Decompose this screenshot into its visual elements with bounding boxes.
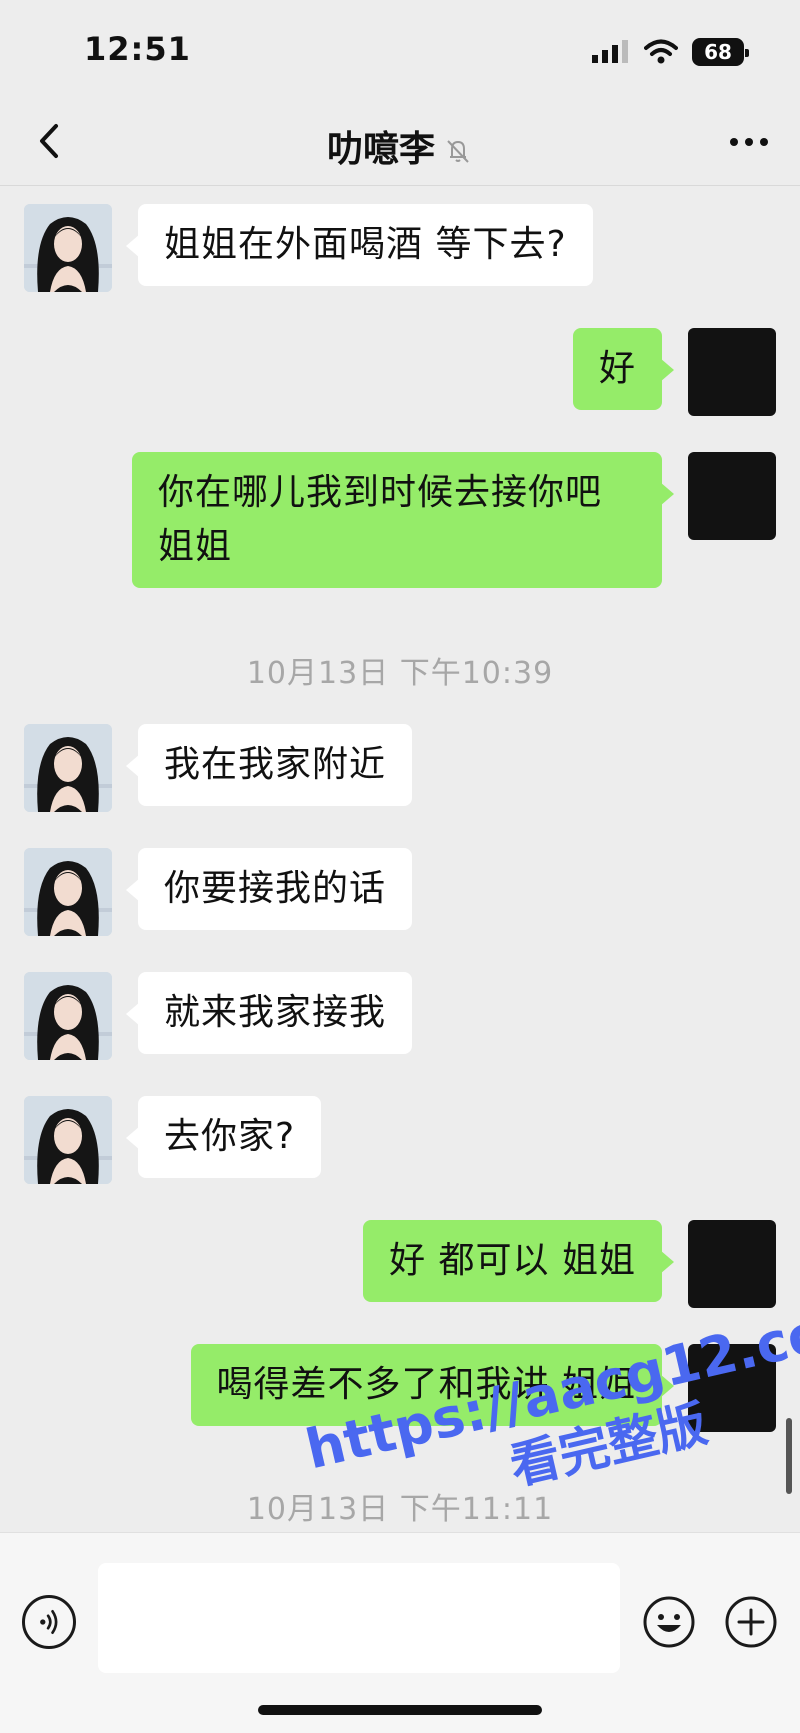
scrollbar[interactable] bbox=[786, 1418, 792, 1494]
battery-icon: 68 bbox=[692, 38, 749, 66]
message-input[interactable] bbox=[98, 1563, 620, 1673]
cellular-signal-icon bbox=[592, 40, 628, 63]
chat-title: 叻噫李 bbox=[0, 120, 800, 172]
message-bubble-outgoing[interactable]: 喝得差不多了和我讲 姐姐 bbox=[190, 1344, 675, 1426]
voice-input-button[interactable] bbox=[22, 1595, 76, 1649]
contact-avatar[interactable] bbox=[24, 724, 112, 812]
chat-messages[interactable]: 姐姐在外面喝酒 等下去? 好 你在哪儿我到时候去接你吧姐姐 10月13日 下午1… bbox=[0, 186, 800, 1532]
status-bar: 12:51 68 bbox=[0, 0, 800, 100]
timestamp: 10月13日 下午11:11 bbox=[246, 1492, 554, 1527]
user-avatar[interactable] bbox=[688, 452, 776, 540]
more-options-button[interactable] bbox=[724, 124, 774, 160]
mute-bell-icon bbox=[447, 140, 469, 163]
input-bar bbox=[0, 1532, 800, 1733]
message-bubble-incoming[interactable]: 去你家? bbox=[125, 1096, 322, 1178]
contact-name: 叻噫李 bbox=[326, 129, 435, 170]
message-bubble-outgoing[interactable]: 好 bbox=[572, 328, 675, 410]
contact-avatar[interactable] bbox=[24, 972, 112, 1060]
user-avatar[interactable] bbox=[688, 1220, 776, 1308]
plus-button[interactable] bbox=[724, 1595, 778, 1649]
home-indicator bbox=[258, 1705, 542, 1715]
contact-avatar[interactable] bbox=[24, 204, 112, 292]
message-bubble-incoming[interactable]: 姐姐在外面喝酒 等下去? bbox=[126, 204, 593, 286]
message-bubble-outgoing[interactable]: 你在哪儿我到时候去接你吧姐姐 bbox=[132, 452, 674, 588]
status-time: 12:51 bbox=[84, 30, 191, 68]
user-avatar[interactable] bbox=[688, 1344, 776, 1432]
user-avatar[interactable] bbox=[688, 328, 776, 416]
nav-bar: 叻噫李 bbox=[0, 100, 800, 186]
contact-avatar[interactable] bbox=[24, 848, 112, 936]
timestamp: 10月13日 下午10:39 bbox=[246, 656, 554, 691]
message-bubble-incoming[interactable]: 我在我家附近 bbox=[125, 724, 413, 806]
emoji-button[interactable] bbox=[642, 1595, 696, 1649]
message-bubble-outgoing[interactable]: 好 都可以 姐姐 bbox=[363, 1220, 674, 1302]
message-bubble-incoming[interactable]: 就来我家接我 bbox=[125, 972, 413, 1054]
contact-avatar[interactable] bbox=[24, 1096, 112, 1184]
wifi-icon bbox=[644, 39, 678, 64]
status-icons: 68 bbox=[592, 38, 749, 66]
message-bubble-incoming[interactable]: 你要接我的话 bbox=[125, 848, 413, 930]
